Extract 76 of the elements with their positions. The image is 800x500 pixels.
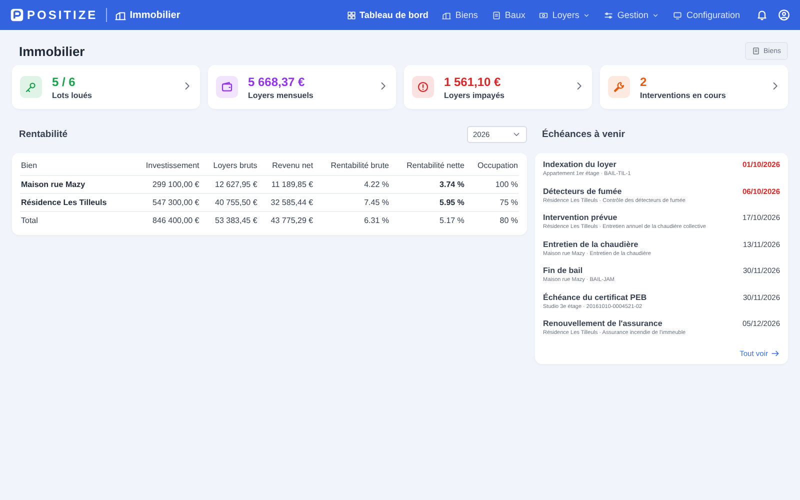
nav-link[interactable]: Gestion [604,10,660,20]
nav-link[interactable]: Tableau de bord [346,10,428,20]
table-cell: 547 300,00 € [152,198,200,207]
nav-link[interactable]: Loyers [539,10,590,20]
nav-link[interactable]: Baux [492,10,526,20]
table-cell: 75 % [500,198,518,207]
table-cell: 32 585,44 € [270,198,314,207]
sliders-icon [604,10,614,20]
stat-card[interactable]: 2 Interventions en cours [600,65,788,109]
wrench-icon [613,81,625,93]
table-cell: 80 % [500,216,518,225]
table-cell: Résidence Les Tilleuls [21,198,107,207]
user-icon [778,9,790,21]
deadline-title: Fin de bail [543,266,584,275]
table-cell: 43 775,29 € [270,216,314,225]
module-name: Immobilier [130,10,180,20]
column-header: Bien [21,161,38,170]
deadline-title: Échéance du certificat PEB [543,292,647,302]
building-icon [752,47,760,55]
column-header: Investissement [146,161,200,170]
column-header: Loyers bruts [213,161,258,170]
section-title: Rentabilité [19,128,68,140]
stat-label: Interventions en cours [640,90,726,100]
table-cell: 53 383,45 € [215,216,258,225]
stat-label: Loyers mensuels [248,90,314,100]
brand-name: POSITIZE [27,8,98,22]
banknote-icon [539,10,548,20]
buildings-icon [114,10,126,20]
deadline-title: Intervention prévue [543,213,618,222]
column-header: Rentabilité nette [406,161,464,170]
caret-icon [583,12,590,18]
table-cell: 7.45 % [364,198,390,207]
caret-icon [652,12,660,18]
nav-link[interactable]: Configuration [673,10,740,20]
table-cell: 5.95 % [440,198,464,207]
table-cell: Total [21,216,38,225]
deadline-title: Indexation du loyer [543,160,618,169]
stat-card[interactable]: 1 561,10 € Loyers impayés [404,65,592,109]
arrow-right-icon [771,348,780,358]
wallet-icon [221,81,233,93]
table-cell: 11 189,85 € [271,180,314,189]
table-cell: 6.31 % [364,216,390,225]
page-title: Immobilier [19,44,85,58]
deadline-title: Détecteurs de fumée [543,186,623,196]
stat-card[interactable]: 5 668,37 € Loyers mensuels [208,65,396,109]
stat-label: Lots loués [52,90,92,100]
stat-label: Loyers impayés [444,90,504,100]
monitor-icon [673,10,682,20]
table-cell: 846 400,00 € [152,216,200,225]
table-cell: 5.17 % [440,216,464,225]
column-header: Revenu net [272,161,314,170]
column-header: Occupation [478,161,518,170]
deadline-title: Renouvellement de l'assurance [543,319,664,328]
table-cell: 12 627,95 € [215,180,258,189]
stat-value: 2 [640,74,648,88]
column-header: Rentabilité brute [330,161,390,170]
alert-icon [417,81,429,93]
deadline-title: Entretien de la chaudière [543,240,640,248]
table-cell: Maison rue Mazy [21,180,86,189]
table-cell: 100 % [495,180,518,189]
stat-value: 5 668,37 € [248,74,306,88]
key-icon [25,81,37,93]
buildings-icon [442,10,452,20]
section-title: Échéances à venir [542,128,625,140]
table-cell: 40 755,50 € [215,198,258,207]
table-cell: 3.74 % [440,180,464,189]
stat-card[interactable]: 5 / 6 Lots loués [12,65,200,109]
table-cell: 299 100,00 € [152,180,200,189]
stat-value: 1 561,10 € [444,74,502,88]
logo-icon [10,8,24,22]
stat-value: 5 / 6 [52,74,76,88]
bell-icon [756,9,768,21]
nav-link[interactable]: Biens [442,10,478,20]
table-cell: 4.22 % [364,180,390,189]
grid-icon [346,10,356,20]
document-icon [492,10,501,20]
